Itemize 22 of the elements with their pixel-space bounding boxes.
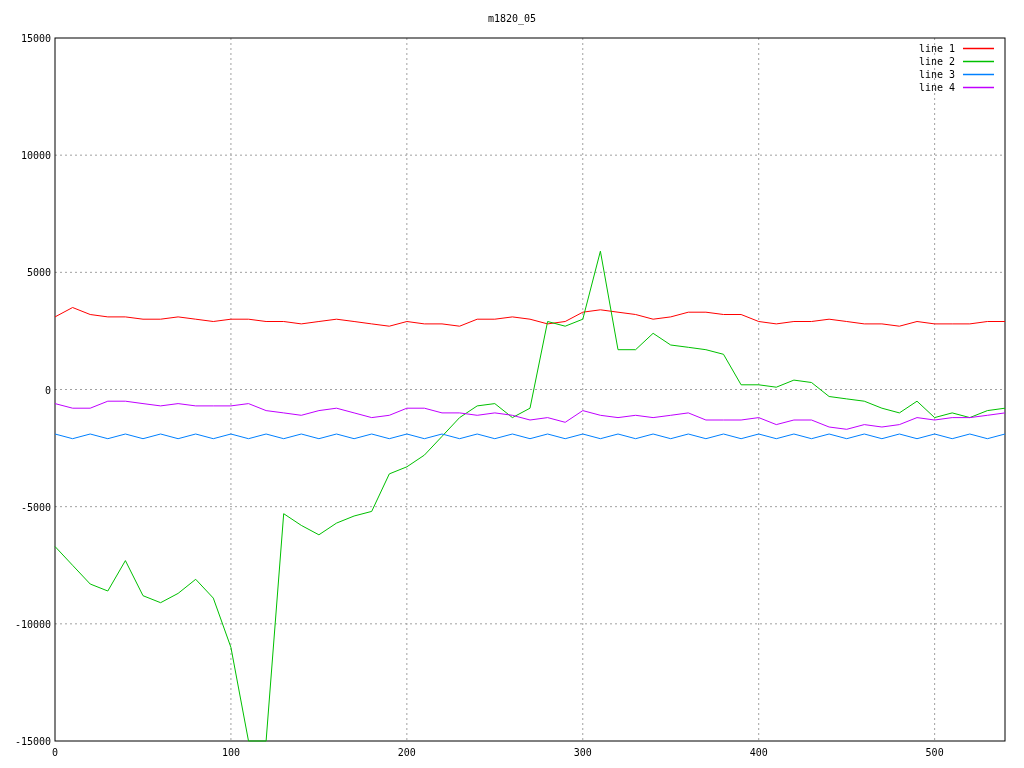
y-tick-label: 10000 xyxy=(20,150,51,162)
x-tick-label: 400 xyxy=(749,747,768,758)
legend-line-sample xyxy=(962,73,995,76)
x-tick-label: 0 xyxy=(52,747,58,758)
x-tick-label: 100 xyxy=(221,747,240,758)
y-tick-label: -5000 xyxy=(20,501,51,513)
x-tick-label: 200 xyxy=(397,747,416,758)
x-tick-label: 300 xyxy=(573,747,592,758)
legend-label: line 4 xyxy=(918,82,955,93)
y-tick-label: 15000 xyxy=(20,33,51,44)
legend-line-sample xyxy=(962,60,995,63)
legend-line-sample xyxy=(962,47,995,50)
legend-line-sample xyxy=(962,86,995,89)
y-tick-label: 0 xyxy=(44,384,51,396)
y-tick-label: -10000 xyxy=(14,618,51,630)
legend-label: line 3 xyxy=(918,69,955,80)
legend-label: line 2 xyxy=(918,56,955,67)
legend-label: line 1 xyxy=(918,43,955,54)
x-tick-label: 500 xyxy=(925,747,944,758)
y-tick-label: 5000 xyxy=(26,267,51,279)
chart-title: m1820_05 xyxy=(487,13,537,24)
y-tick-label: -15000 xyxy=(14,736,51,747)
